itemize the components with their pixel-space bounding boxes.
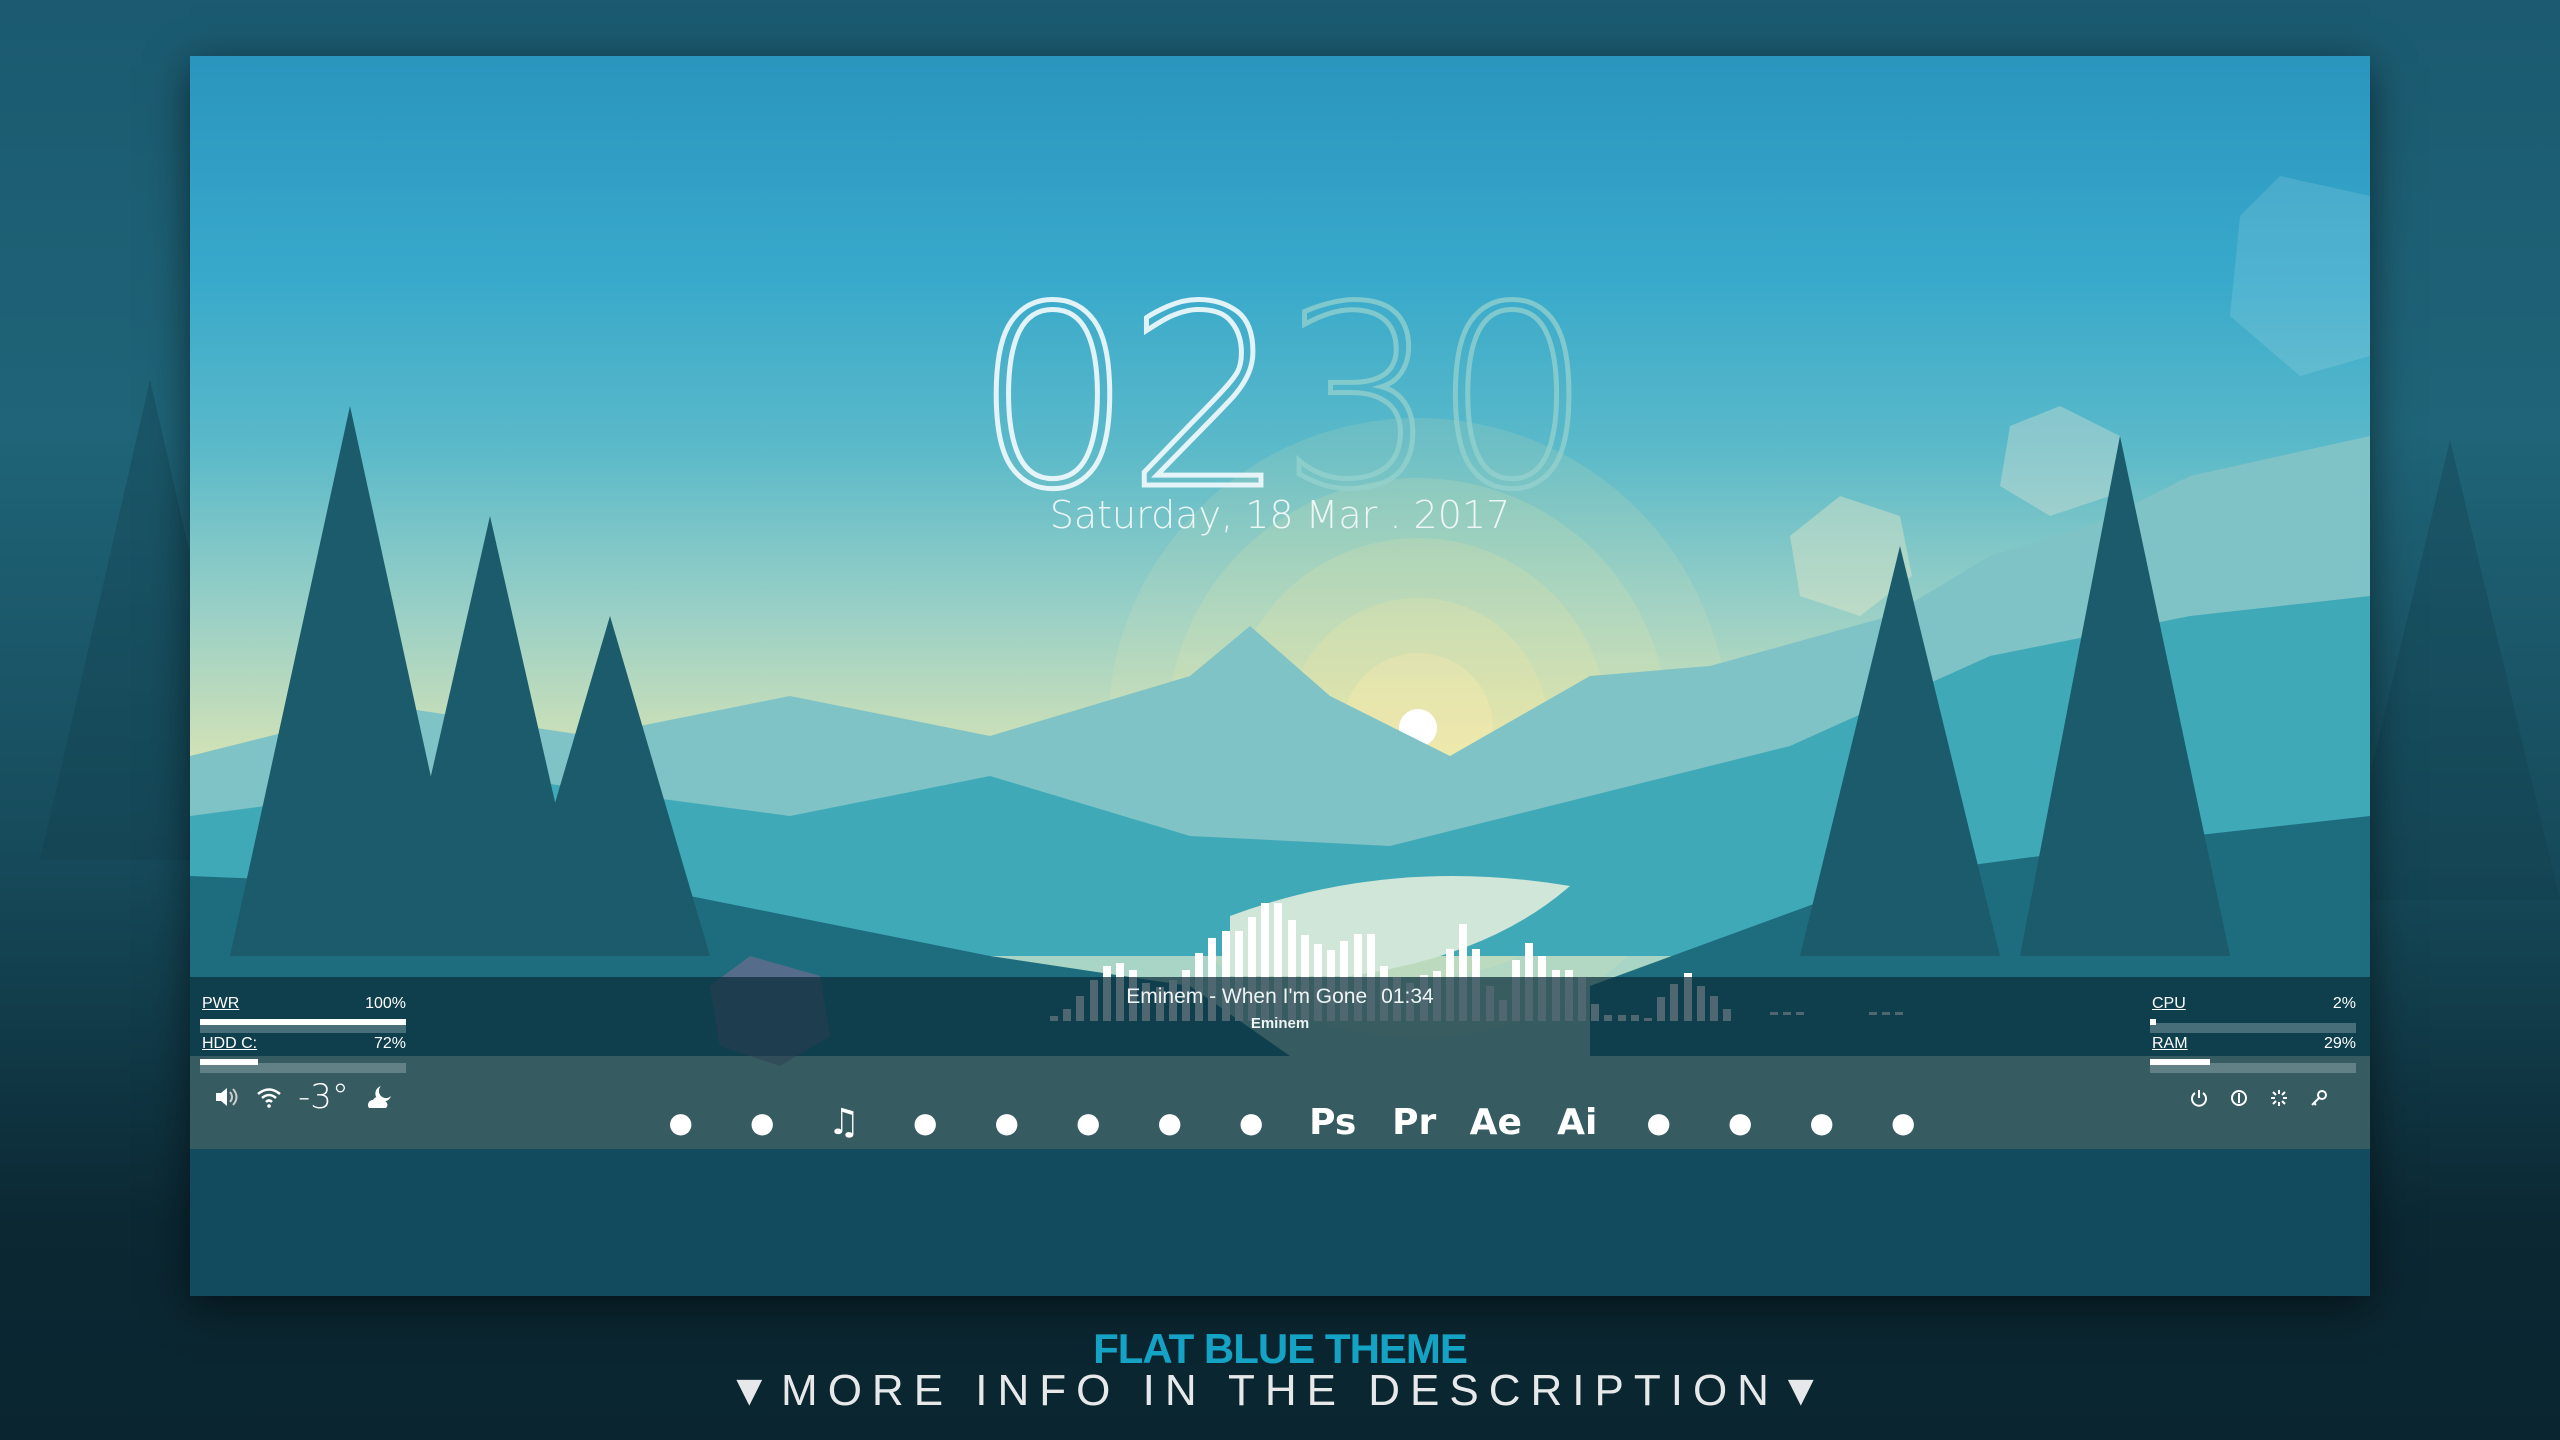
app-origin[interactable]: ● (1048, 1097, 1130, 1147)
meter-track (2150, 1059, 2356, 1073)
meter-track (200, 1059, 406, 1073)
track-time: 01:34 (1381, 985, 1434, 1008)
date-label: Saturday, 18 Mar . 2017 (1049, 493, 1511, 537)
desktop-lower-area (190, 1149, 2370, 1296)
meter-value: 72% (373, 1035, 406, 1052)
app-settings[interactable]: ● (1863, 1097, 1945, 1147)
origin-icon: ● (1076, 1105, 1101, 1139)
taskbar: PWR 100% HDD C: 72% -3° Eminem - When I'… (190, 977, 2370, 1149)
steam-icon: ● (994, 1105, 1019, 1139)
my-computer-icon: ● (668, 1105, 693, 1139)
meter-label: RAM (2152, 1035, 2188, 1052)
meter-value: 29% (2323, 1035, 2356, 1052)
weather-night-cloudy-icon[interactable] (365, 1084, 395, 1110)
nvidia-icon: ● (1809, 1105, 1834, 1139)
system-status: -3° (214, 1077, 395, 1117)
app-chrome[interactable]: ● (722, 1097, 804, 1147)
app-photoshop[interactable]: Ps (1292, 1097, 1374, 1147)
illustrator-icon: Ai (1557, 1101, 1598, 1143)
power-controls (2190, 1089, 2328, 1107)
app-premiere[interactable]: Pr (1374, 1097, 1456, 1147)
app-launcher: ● ● ♫ ● ● ● ● ● Ps Pr Ae Ai ● ● ● ● (640, 1097, 1944, 1147)
photoshop-icon: Ps (1309, 1101, 1357, 1143)
app-steam[interactable]: ● (966, 1097, 1048, 1147)
track-artist: Eminem (1250, 1015, 1310, 1032)
app-music[interactable]: ♫ (803, 1097, 885, 1147)
meter-fill (2150, 1059, 2210, 1065)
skype-icon: ● (913, 1105, 938, 1139)
app-drop[interactable]: ● (1618, 1097, 1700, 1147)
audio-file-icon: ● (1157, 1105, 1182, 1139)
settings-icon: ● (1891, 1105, 1916, 1139)
drop-icon: ● (1646, 1105, 1671, 1139)
track-title: Eminem - When I'm Gone (1126, 985, 1368, 1008)
sleep-icon[interactable] (2270, 1089, 2288, 1107)
temperature-value: -3° (298, 1077, 349, 1117)
app-after-effects[interactable]: Ae (1455, 1097, 1537, 1147)
clock: 0230 (190, 271, 2370, 526)
meter-label: HDD C: (202, 1035, 258, 1052)
meter-fill (200, 1059, 258, 1065)
chrome-icon: ● (750, 1105, 775, 1139)
power-icon[interactable] (2190, 1089, 2208, 1107)
meter-value: 2% (2332, 995, 2356, 1012)
now-playing: Eminem - When I'm Gone 01:34 Eminem (190, 985, 2370, 1032)
meter-label: CPU (2152, 995, 2186, 1012)
app-skype[interactable]: ● (885, 1097, 967, 1147)
description-hint: ▼MORE INFO IN THE DESCRIPTION▼ (727, 1366, 1833, 1415)
app-illustrator[interactable]: Ai (1537, 1097, 1619, 1147)
app-my-computer[interactable]: ● (640, 1097, 722, 1147)
desktop-screen: 0230 Saturday, 18 Mar . 2017 PWR 100% HD… (190, 56, 2370, 1296)
lock-key-icon[interactable] (2310, 1089, 2328, 1107)
meter-fill (2150, 1019, 2157, 1025)
app-audio-file[interactable]: ● (1129, 1097, 1211, 1147)
music-icon: ♫ (827, 1101, 860, 1143)
app-nvidia[interactable]: ● (1781, 1097, 1863, 1147)
wifi-icon[interactable] (256, 1086, 282, 1108)
premiere-icon: Pr (1392, 1101, 1437, 1143)
meter-track (2150, 1019, 2356, 1033)
plane-icon: ● (1728, 1105, 1753, 1139)
volume-icon[interactable] (214, 1086, 240, 1108)
metronome-icon: ● (1239, 1105, 1264, 1139)
restart-icon[interactable] (2230, 1089, 2248, 1107)
after-effects-icon: Ae (1469, 1101, 1522, 1143)
app-plane[interactable]: ● (1700, 1097, 1782, 1147)
app-metronome[interactable]: ● (1211, 1097, 1293, 1147)
